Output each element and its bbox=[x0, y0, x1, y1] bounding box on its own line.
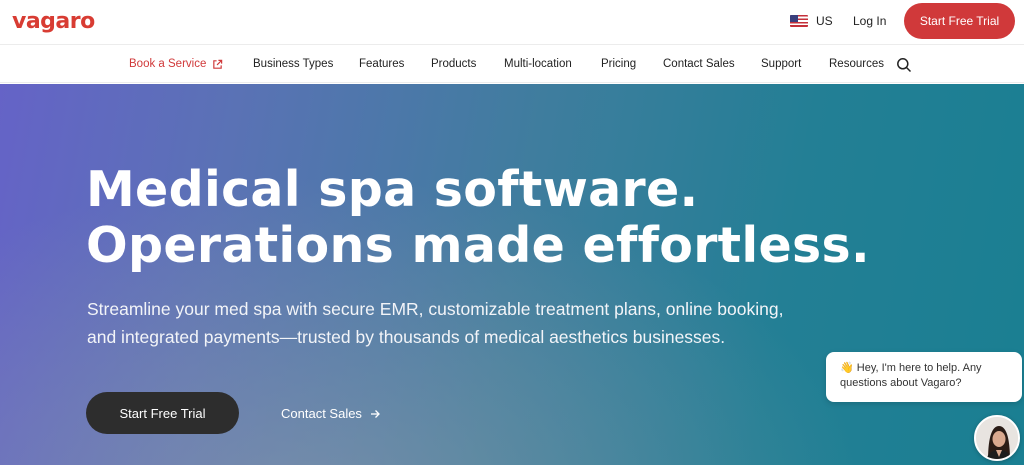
start-free-trial-button[interactable]: Start Free Trial bbox=[904, 3, 1015, 39]
nav-item-label: Book a Service bbox=[129, 58, 207, 70]
nav-item-multi-location[interactable]: Multi-location bbox=[504, 58, 572, 70]
hero-headline: Medical spa software. Operations made ef… bbox=[86, 162, 870, 274]
locale-selector[interactable]: US bbox=[790, 14, 833, 28]
nav-item-features[interactable]: Features bbox=[359, 58, 404, 70]
vagaro-logo[interactable]: vagaro bbox=[12, 9, 95, 34]
locale-label: US bbox=[816, 14, 833, 28]
external-link-icon bbox=[213, 59, 223, 69]
wave-emoji-icon: 👋 bbox=[840, 362, 854, 374]
nav-item-resources[interactable]: Resources bbox=[829, 58, 884, 70]
login-link[interactable]: Log In bbox=[853, 14, 886, 28]
nav-item-products[interactable]: Products bbox=[431, 58, 476, 70]
us-flag-icon bbox=[790, 15, 808, 27]
nav-item-support[interactable]: Support bbox=[761, 58, 801, 70]
search-icon[interactable] bbox=[896, 57, 912, 73]
hero-subtext-line-2: and integrated payments—trusted by thous… bbox=[87, 327, 726, 347]
nav-item-business-types[interactable]: Business Types bbox=[253, 58, 333, 70]
chat-greeting-bubble[interactable]: 👋 Hey, I'm here to help. Any questions a… bbox=[826, 352, 1022, 402]
chat-message: Hey, I'm here to help. Any questions abo… bbox=[840, 362, 982, 389]
nav-item-pricing[interactable]: Pricing bbox=[601, 58, 636, 70]
hero-contact-sales-link[interactable]: Contact Sales bbox=[281, 406, 380, 421]
chat-agent-avatar[interactable] bbox=[974, 415, 1020, 461]
arrow-right-icon bbox=[370, 409, 380, 418]
hero-start-free-trial-button[interactable]: Start Free Trial bbox=[86, 392, 239, 434]
hero-section: Medical spa software. Operations made ef… bbox=[0, 84, 1024, 465]
main-nav: Book a Service Business Types Features P… bbox=[0, 44, 1024, 83]
nav-item-book-a-service[interactable]: Book a Service bbox=[129, 58, 223, 70]
hero-subtext: Streamline your med spa with secure EMR,… bbox=[87, 295, 827, 351]
hero-headline-line-1: Medical spa software. bbox=[86, 161, 699, 218]
hero-subtext-line-1: Streamline your med spa with secure EMR,… bbox=[87, 299, 784, 319]
nav-item-contact-sales[interactable]: Contact Sales bbox=[663, 58, 735, 70]
hero-headline-line-2: Operations made effortless. bbox=[86, 217, 870, 274]
contact-sales-label: Contact Sales bbox=[281, 406, 362, 421]
top-bar: vagaro US Log In Start Free Trial bbox=[0, 0, 1024, 44]
